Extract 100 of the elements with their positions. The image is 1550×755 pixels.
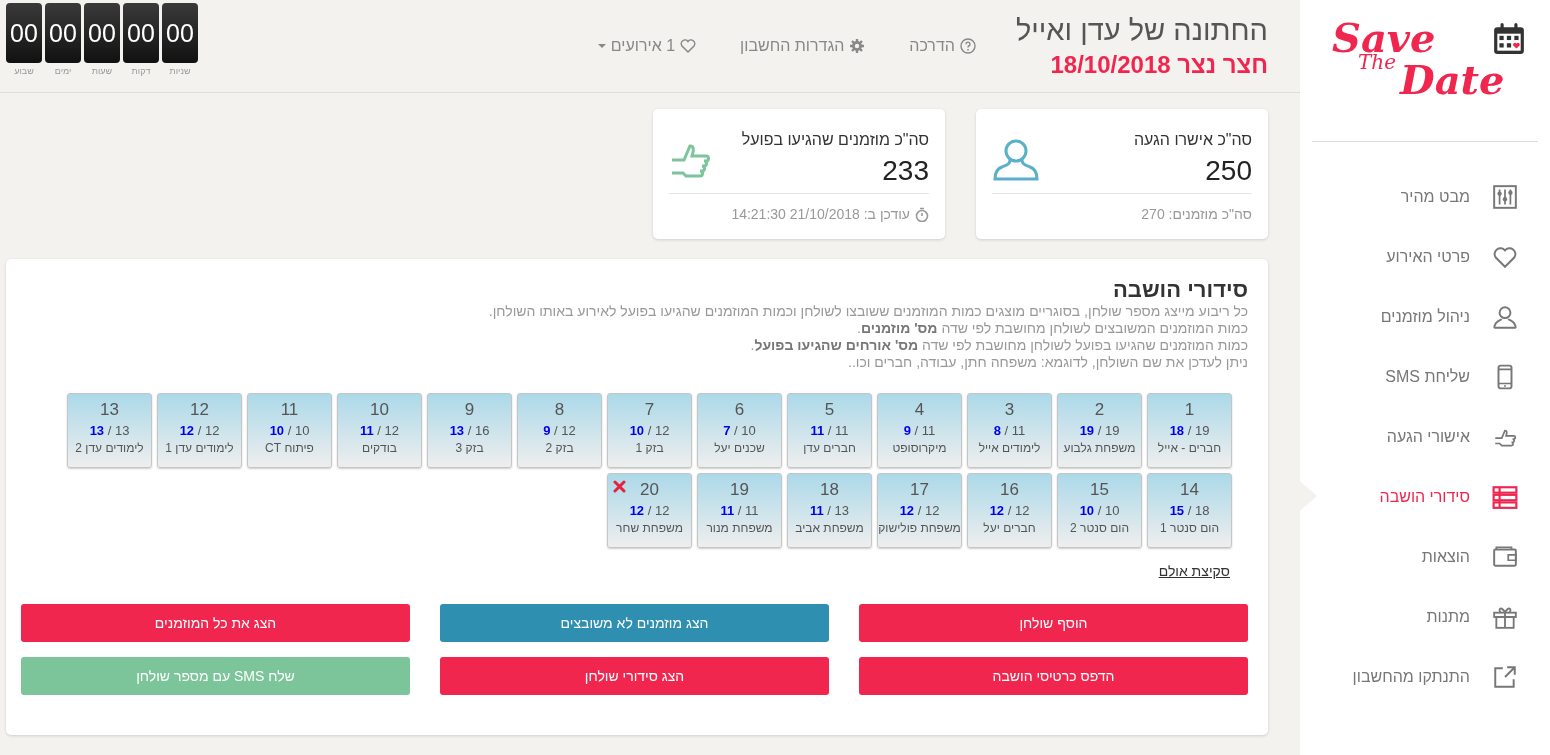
table-number: 1 [1184,400,1195,420]
table-counts: 15 / 18 [1169,502,1210,520]
nav-item[interactable]: התנתקו מהחשבון [1300,647,1550,707]
table-counts: 11 / 11 [720,502,759,520]
table-name: לימודים עדן 1 [165,440,234,456]
countdown-unit: דקות [131,66,151,76]
nav-item[interactable]: מבט מהיר [1300,167,1550,227]
external-link-icon [1492,664,1518,690]
action-button[interactable]: הוסף שולחן [859,604,1248,642]
table-counts: 12 / 12 [989,502,1030,520]
table-name: הום סנטר 1 [1160,520,1219,536]
table-name: בזק 3 [455,440,484,456]
countdown-unit: ימים [54,66,72,76]
table-counts: 9 / 12 [543,422,576,440]
table-name: שכנים יעל [714,440,765,456]
table-number: 9 [464,400,475,420]
section-title: סידורי הושבה [1111,277,1248,303]
table-number: 13 [100,400,119,420]
stat-title: סה"כ מוזמנים שהגיעו בפועל [741,131,929,149]
event-title: החתונה של עדן ואייל [1015,13,1268,47]
description-text: ניתן לעדכן את שם השולחן, לדוגמא: משפחה חתן, עבודה, חברים וכו.. [847,354,1248,371]
table-name: פיתוח CT [265,440,314,456]
table-name: משפחת פולישוק [878,520,961,536]
user-icon [1492,304,1518,330]
heart-icon [1492,244,1518,270]
table-name: לימודים עדן 2 [75,440,144,456]
settings-icon [849,38,866,54]
table-number: 14 [1180,480,1199,500]
table-name: לימודים אייל [978,440,1041,456]
stat-footer: עודכן ב: 21/10/2018 14:21:30 [731,206,910,222]
table-counts: 13 / 13 [89,422,130,440]
table-number: 11 [280,400,299,420]
countdown-unit: שבוע [14,66,34,76]
table-number: 19 [730,480,749,500]
table-counts: 10 / 12 [629,422,670,440]
help-icon [959,38,976,54]
table-counts: 13 / 16 [449,422,490,440]
table-counts: 12 / 12 [629,502,670,520]
table-number: 8 [554,400,565,420]
stat-value: 250 [1204,155,1252,187]
table-counts: 12 / 12 [179,422,220,440]
stat-footer: סה"כ מוזמנים: 270 [1141,206,1252,222]
table-name: משפחת שחר [616,520,683,536]
table-number: 4 [914,400,925,420]
table-number: 5 [824,400,835,420]
wallet-icon [1492,544,1518,570]
caret-icon [597,44,606,48]
table-number: 15 [1090,480,1109,500]
table-number: 16 [1000,480,1019,500]
countdown-unit: שניות [169,66,191,76]
nav-item[interactable]: שליחת SMS [1300,347,1550,407]
table-counts: 11 / 12 [360,422,400,440]
delete-icon[interactable] [613,480,626,493]
table-number: 12 [190,400,209,420]
countdown-digits: 00 [162,3,198,63]
table-counts: 10 / 10 [1079,502,1120,520]
nav-item[interactable]: פרטי האירוע [1300,227,1550,287]
nav-item[interactable]: סידורי הושבה [1300,467,1550,527]
table-name: חברים יעל [983,520,1036,536]
sliders-icon [1492,184,1518,210]
table-number: 7 [644,400,655,420]
table-name: בודקים [362,440,398,456]
event-venue-date: חצר נצר 18/10/2018 [1049,50,1268,79]
countdown-digits: 00 [84,3,120,63]
description-text: כמות המוזמנים שהגיעו בפועל לשולחן מחושבת לפי שדה מס' אורחים שהגיעו בפועל. [749,337,1248,354]
hall-sketch-link[interactable]: סקיצת אולם [1158,563,1230,579]
table-counts: 7 / 10 [723,422,756,440]
table-name: בזק 2 [545,440,574,456]
action-button[interactable]: הצג את כל המוזמנים [21,604,410,642]
action-button[interactable]: הדפס כרטיסי הושבה [859,657,1248,695]
table-name: משפחת אביב [795,520,864,536]
table-number: 18 [820,480,839,500]
table-counts: 9 / 11 [903,422,936,440]
table-name: משפחת גלבוע [1063,440,1136,456]
countdown-digits: 00 [6,3,42,63]
heart-icon [680,38,697,54]
nav-item[interactable]: מתנות [1300,587,1550,647]
table-counts: 11 / 11 [810,422,849,440]
table-number: 3 [1004,400,1015,420]
stat-title: סה"כ אישרו הגעה [1133,131,1252,149]
table-number: 2 [1094,400,1105,420]
table-name: חברים - אייל [1157,440,1222,456]
nav-item[interactable]: הוצאות [1300,527,1550,587]
stopwatch-icon [915,206,929,222]
table-counts: 11 / 13 [810,502,850,520]
table-counts: 18 / 19 [1169,422,1210,440]
list-icon [1492,484,1518,510]
table-number: 10 [370,400,389,420]
table-counts: 19 / 19 [1079,422,1120,440]
table-counts: 12 / 12 [899,502,940,520]
countdown-unit: שעות [91,66,113,76]
table-number: 17 [910,480,929,500]
nav-item[interactable]: אישורי הגעה [1300,407,1550,467]
action-button[interactable]: הצג סידורי שולחן [440,657,829,695]
nav-item[interactable]: ניהול מוזמנים [1300,287,1550,347]
stat-value: 233 [881,155,929,187]
calendar-icon [1492,22,1526,56]
table-name: מיקרוסופט [892,440,947,456]
countdown-digits: 00 [123,3,159,63]
action-button[interactable]: הצג מוזמנים לא משובצים [440,604,829,642]
